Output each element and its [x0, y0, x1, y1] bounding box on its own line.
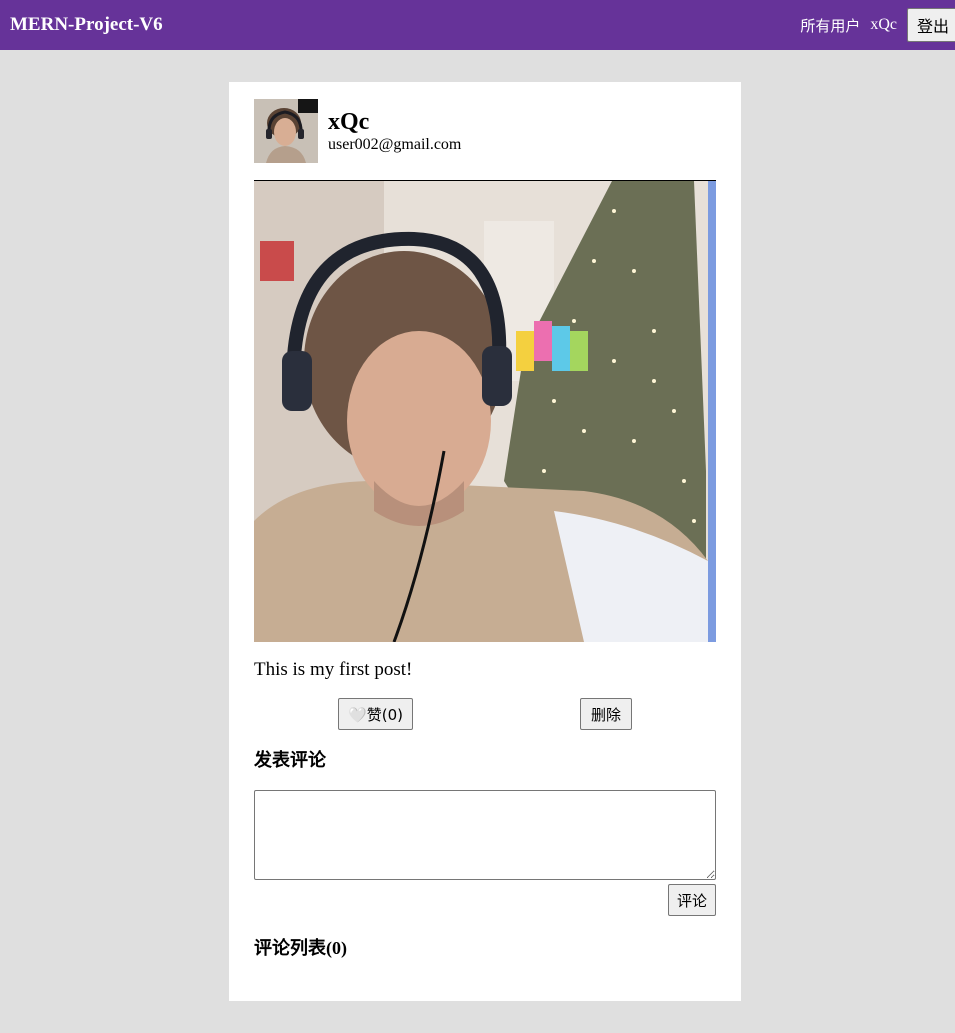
author-email: user002@gmail.com [328, 136, 462, 153]
author-name[interactable]: xQc [328, 108, 461, 136]
post-card: xQc user002@gmail.com This is my first p… [229, 82, 741, 1001]
author-info: xQc user002@gmail.com [328, 99, 461, 154]
comment-form-title: 发表评论 [254, 750, 326, 771]
current-user-link[interactable]: xQc [870, 16, 897, 34]
comment-submit-button[interactable]: 评论 [667, 884, 716, 916]
brand-link[interactable]: MERN-Project-V6 [10, 13, 163, 37]
comment-list-title: 评论列表(0) [254, 936, 716, 961]
post-author: xQc user002@gmail.com [254, 99, 716, 163]
delete-button[interactable]: 删除 [580, 698, 632, 730]
comment-list-label: 评论列表 [254, 938, 326, 959]
post-actions: 🤍赞(0) 删除 [254, 698, 716, 732]
navbar-right: 所有用户 xQc 登出 [800, 0, 955, 50]
top-navbar: MERN-Project-V6 所有用户 xQc 登出 [0, 0, 955, 50]
like-label: 赞(0) [366, 705, 403, 724]
like-button[interactable]: 🤍赞(0) [338, 698, 413, 730]
post-image [254, 180, 716, 642]
heart-icon: 🤍 [348, 705, 367, 724]
all-users-link[interactable]: 所有用户 [800, 15, 860, 36]
logout-button[interactable]: 登出 [906, 8, 955, 42]
comment-submit-row: 评论 [254, 884, 716, 916]
post-text: This is my first post! [254, 659, 413, 680]
avatar[interactable] [254, 99, 318, 163]
comment-count: (0) [326, 938, 347, 958]
comment-input[interactable] [254, 790, 716, 880]
